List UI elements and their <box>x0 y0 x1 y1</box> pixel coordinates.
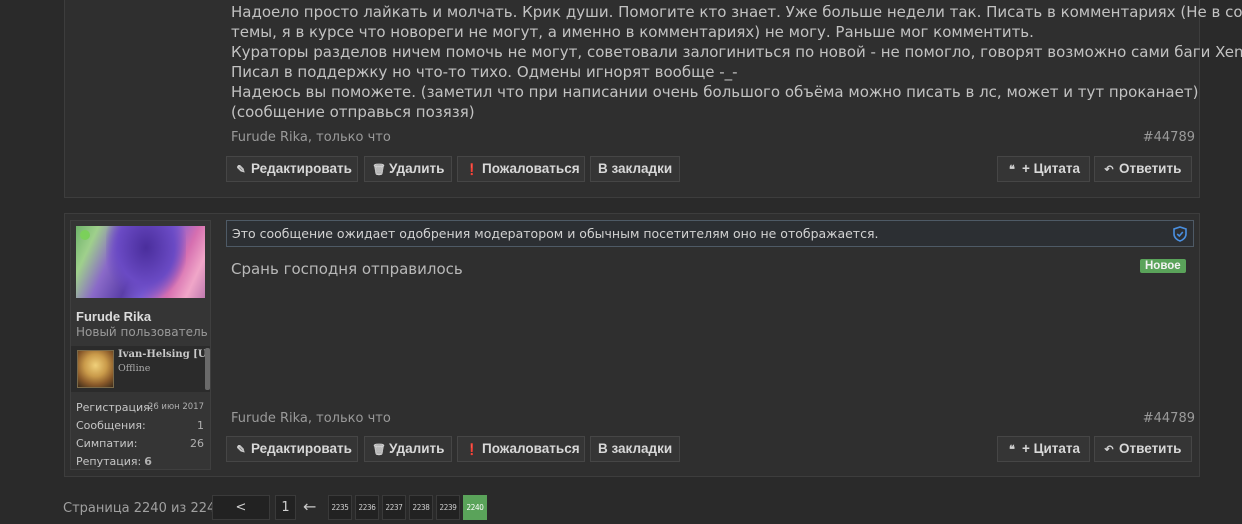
delete-label: Удалить <box>389 161 445 176</box>
page-link[interactable]: 2238 <box>409 495 433 520</box>
new-badge: Новое <box>1140 259 1186 273</box>
stat-messages: Сообщения: 1 <box>76 419 204 437</box>
post-message: Срань господня отправилось <box>231 260 463 278</box>
mini-profile-status: Offline <box>118 363 151 374</box>
stat-value: 26 <box>190 437 204 450</box>
quote-icon: ❝ <box>1009 164 1015 176</box>
post-44789-first: Надоело просто лайкать и молчать. Крик д… <box>64 0 1242 198</box>
stat-value: 6 <box>144 455 152 468</box>
avatar-art <box>106 226 186 298</box>
quote-label: + Цитата <box>1022 441 1081 456</box>
post-author-time[interactable]: Furude Rika, только что <box>231 411 391 426</box>
quote-icon: ❝ <box>1009 444 1015 456</box>
message-line: Надоело просто лайкать и молчать. Крик д… <box>231 3 1242 21</box>
trash-icon: 🗑 <box>372 164 386 176</box>
message-line: Писал в поддержку но что-то тихо. Одмены… <box>231 63 738 81</box>
stat-label: Сообщения: <box>76 419 146 432</box>
online-indicator <box>80 230 90 240</box>
delete-button[interactable]: 🗑 Удалить <box>364 436 452 462</box>
bookmark-label: В закладки <box>598 441 673 456</box>
stat-label: Симпатии: <box>76 437 138 450</box>
quote-label: + Цитата <box>1022 161 1081 176</box>
report-label: Пожаловаться <box>482 161 580 176</box>
stat-value[interactable]: 1 <box>197 419 204 432</box>
page-link[interactable]: 2236 <box>355 495 379 520</box>
message-line: Надеюсь вы поможете. (заметил что при на… <box>231 83 1199 101</box>
reply-icon: ↶ <box>1104 164 1114 176</box>
stat-reputation: Репутация: 6 <box>76 455 204 473</box>
page-link-current[interactable]: 2240 <box>463 495 487 520</box>
message-line: Кураторы разделов ничем помочь не могут,… <box>231 43 1242 61</box>
avatar[interactable] <box>76 226 205 298</box>
moderation-notice: Это сообщение ожидает одобрения модерато… <box>226 220 1194 247</box>
message-line: (сообщение отправься позязя) <box>231 103 475 121</box>
delete-label: Удалить <box>389 441 445 456</box>
quote-button[interactable]: ❝ + Цитата <box>997 436 1090 462</box>
post-number-link[interactable]: #44789 <box>1143 130 1195 145</box>
pagination: Страница 2240 из 2240 < Назад 1 ← 2235 2… <box>63 495 563 524</box>
user-stats: Регистрация: 26 июн 2017 Сообщения: 1 Си… <box>76 401 204 473</box>
bookmark-button[interactable]: В закладки <box>590 436 680 462</box>
delete-button[interactable]: 🗑 Удалить <box>364 156 452 182</box>
stat-registration: Регистрация: 26 июн 2017 <box>76 401 204 419</box>
user-title: Новый пользователь <box>76 325 208 339</box>
post-meta: Furude Rika, только что #44789 <box>231 411 1195 426</box>
reply-button[interactable]: ↶ Ответить <box>1094 436 1192 462</box>
reply-label: Ответить <box>1119 441 1182 456</box>
trash-icon: 🗑 <box>372 444 386 456</box>
stat-likes: Симпатии: 26 <box>76 437 204 455</box>
edit-button[interactable]: ✎ Редактировать <box>226 156 358 182</box>
user-mini-profile: Ivan-Helsing [Ukra Offline <box>71 346 210 392</box>
post-author-time[interactable]: Furude Rika, только что <box>231 130 391 145</box>
post-message: Надоело просто лайкать и молчать. Крик д… <box>231 2 1242 122</box>
mini-avatar[interactable] <box>77 350 114 388</box>
page-link[interactable]: 2235 <box>328 495 352 520</box>
stat-label: Репутация: <box>76 455 142 468</box>
report-button[interactable]: ❗ Пожаловаться <box>457 436 585 462</box>
quote-button[interactable]: ❝ + Цитата <box>997 156 1090 182</box>
report-label: Пожаловаться <box>482 441 580 456</box>
page-link[interactable]: 2239 <box>436 495 460 520</box>
prev-page-button[interactable]: < Назад <box>212 495 270 524</box>
post-actions: ✎ Редактировать 🗑 Удалить ❗ Пожаловаться В … <box>226 436 1192 462</box>
reply-button[interactable]: ↶ Ответить <box>1094 156 1192 182</box>
edit-label: Редактировать <box>251 441 352 456</box>
page-link-first[interactable]: 1 <box>275 495 296 520</box>
edit-button[interactable]: ✎ Редактировать <box>226 436 358 462</box>
report-button[interactable]: ❗ Пожаловаться <box>457 156 585 182</box>
shield-icon <box>1173 226 1187 242</box>
username-link[interactable]: Furude Rika <box>76 309 151 324</box>
message-line: темы, я в курсе что новореги не могут, а… <box>231 23 1034 41</box>
post-number-link[interactable]: #44789 <box>1143 411 1195 426</box>
bookmark-label: В закладки <box>598 161 673 176</box>
stat-value: 26 июн 2017 <box>147 402 204 412</box>
bookmark-button[interactable]: В закладки <box>590 156 680 182</box>
user-panel: Furude Rika Новый пользователь Ivan-Hels… <box>70 220 211 470</box>
stat-label: Регистрация: <box>76 401 154 414</box>
exclamation-icon: ❗ <box>465 164 479 176</box>
reply-label: Ответить <box>1119 161 1182 176</box>
post-actions: ✎ Редактировать 🗑 Удалить ❗ Пожаловаться В … <box>226 156 1192 182</box>
exclamation-icon: ❗ <box>465 444 479 456</box>
post-meta: Furude Rika, только что #44789 <box>231 130 1195 145</box>
reply-icon: ↶ <box>1104 444 1114 456</box>
page-jump-arrow-icon[interactable]: ← <box>303 497 316 516</box>
mini-profile-name[interactable]: Ivan-Helsing [Ukra <box>118 349 210 360</box>
pencil-icon: ✎ <box>236 164 246 176</box>
page-indicator: Страница 2240 из 2240 <box>63 501 224 516</box>
moderation-notice-text: Это сообщение ожидает одобрения модерато… <box>232 226 879 241</box>
page-link[interactable]: 2237 <box>382 495 406 520</box>
pencil-icon: ✎ <box>236 444 246 456</box>
post-44789-pending: Furude Rika Новый пользователь Ivan-Hels… <box>64 213 1200 477</box>
edit-label: Редактировать <box>251 161 352 176</box>
mini-profile-scrollbar[interactable] <box>205 348 210 390</box>
